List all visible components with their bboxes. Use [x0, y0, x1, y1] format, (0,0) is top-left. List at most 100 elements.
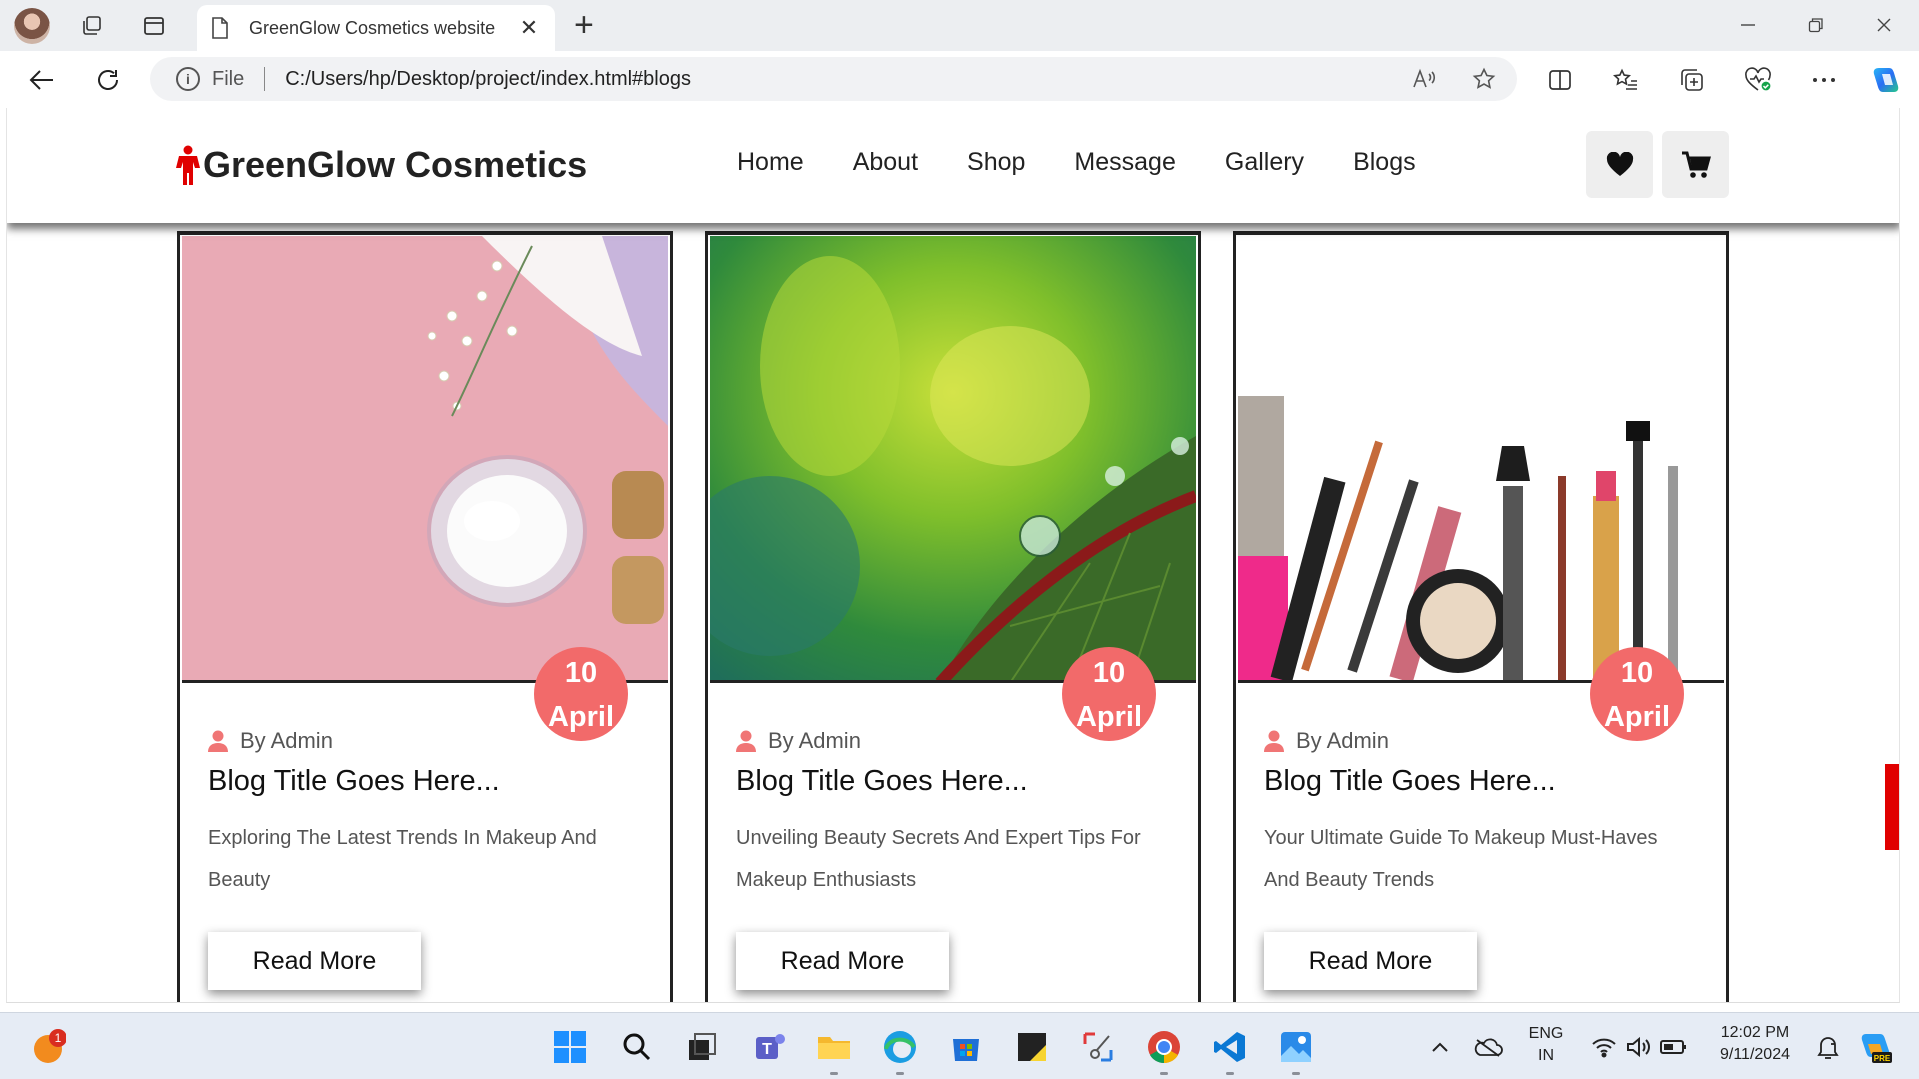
chrome-icon[interactable]: [1144, 1027, 1184, 1075]
person-logo-icon: [176, 145, 200, 185]
notifications-bell-icon[interactable]: [1808, 1027, 1848, 1067]
blog-description: Exploring The Latest Trends In Makeup An…: [208, 827, 597, 891]
date-badge: 10 April: [1062, 647, 1156, 741]
vertical-tabs-icon[interactable]: [138, 10, 170, 42]
byline: By Admin: [208, 728, 333, 754]
blog-card: 10 April By Admin Blog Title Goes Here..…: [1233, 231, 1729, 1002]
running-indicator: [1160, 1072, 1168, 1075]
wishlist-button[interactable]: [1586, 131, 1653, 198]
nav-gallery[interactable]: Gallery: [1225, 148, 1304, 177]
region-code: IN: [1538, 1047, 1554, 1064]
date-month: April: [1603, 701, 1671, 733]
close-window-icon[interactable]: [1856, 8, 1912, 42]
profile-avatar[interactable]: [14, 8, 50, 44]
date-badge: 10 April: [1590, 647, 1684, 741]
tab-active[interactable]: GreenGlow Cosmetics website ✕: [197, 5, 555, 51]
battery-icon[interactable]: [1654, 1027, 1694, 1067]
sticky-notes-icon[interactable]: [1012, 1027, 1052, 1067]
svg-text:PRE: PRE: [1874, 1054, 1891, 1063]
new-tab-button[interactable]: +: [574, 8, 594, 42]
refresh-icon[interactable]: [88, 61, 128, 99]
blog-title: Blog Title Goes Here...: [1264, 765, 1556, 797]
author-name: By Admin: [240, 728, 333, 753]
close-tab-icon[interactable]: ✕: [517, 15, 541, 41]
clock-time: 12:02 PM: [1720, 1024, 1790, 1041]
collections-icon[interactable]: [1672, 61, 1712, 99]
read-aloud-icon[interactable]: [1402, 57, 1446, 101]
user-icon: [208, 730, 228, 752]
date-day: 10: [564, 657, 598, 689]
weather-widget-icon[interactable]: 1: [28, 1027, 68, 1067]
heart-icon: [1606, 151, 1633, 176]
main-nav: Home About Shop Message Gallery Blogs: [737, 148, 1465, 177]
site-header: GreenGlow Cosmetics Home About Shop Mess…: [7, 108, 1899, 223]
favorite-star-icon[interactable]: [1462, 57, 1506, 101]
restore-icon[interactable]: [1788, 8, 1844, 42]
byline: By Admin: [736, 728, 861, 754]
favorites-list-icon[interactable]: [1606, 61, 1646, 99]
blog-title: Blog Title Goes Here...: [208, 765, 500, 797]
edge-icon[interactable]: [880, 1027, 920, 1075]
nav-home[interactable]: Home: [737, 148, 804, 177]
workspaces-icon[interactable]: [76, 10, 108, 42]
nav-blogs[interactable]: Blogs: [1353, 148, 1416, 177]
cart-button[interactable]: [1662, 131, 1729, 198]
site-info-icon[interactable]: i: [176, 67, 200, 91]
copilot-preview-icon[interactable]: PRE: [1856, 1027, 1896, 1067]
address-separator: [264, 67, 266, 91]
browser-essentials-icon[interactable]: [1738, 61, 1778, 99]
date-month: April: [547, 701, 615, 733]
nav-about[interactable]: About: [853, 148, 918, 177]
page-viewport: 10 April By Admin Blog Title Goes Here..…: [6, 108, 1900, 1003]
teams-icon[interactable]: T: [748, 1027, 788, 1067]
task-view-icon[interactable]: [682, 1027, 722, 1067]
blog-description: Unveiling Beauty Secrets And Expert Tips…: [736, 827, 1141, 891]
more-options-icon[interactable]: [1804, 61, 1844, 99]
store-icon[interactable]: [946, 1027, 986, 1067]
scroll-indicator[interactable]: [1885, 764, 1899, 850]
copilot-icon[interactable]: [1866, 61, 1906, 99]
vscode-icon[interactable]: [1210, 1027, 1250, 1075]
read-more-button[interactable]: Read More: [208, 932, 421, 990]
snipping-tool-icon[interactable]: [1078, 1027, 1118, 1067]
cart-icon: [1681, 151, 1711, 178]
byline: By Admin: [1264, 728, 1389, 754]
back-arrow-icon[interactable]: [22, 61, 62, 99]
onedrive-icon[interactable]: [1468, 1027, 1508, 1067]
date-month: April: [1075, 701, 1143, 733]
tab-strip: GreenGlow Cosmetics website ✕ +: [0, 0, 1919, 51]
start-icon[interactable]: [550, 1027, 590, 1067]
brand-name: GreenGlow Cosmetics: [203, 144, 588, 185]
nav-shop[interactable]: Shop: [967, 148, 1025, 177]
address-bar[interactable]: i File C:/Users/hp/Desktop/project/index…: [150, 57, 1517, 101]
blog-card: 10 April By Admin Blog Title Goes Here..…: [705, 231, 1201, 1002]
tab-title: GreenGlow Cosmetics website: [249, 17, 496, 38]
site-logo[interactable]: GreenGlow Cosmetics: [175, 144, 587, 186]
tray-overflow-icon[interactable]: [1420, 1027, 1460, 1067]
running-indicator: [830, 1072, 838, 1075]
taskbar: 1 T ENG IN 12:02 PM 9/11/2024 PRE: [0, 1012, 1919, 1079]
read-more-button[interactable]: Read More: [736, 932, 949, 990]
search-icon[interactable]: [617, 1027, 657, 1067]
browser-window: GreenGlow Cosmetics website ✕ + i File C…: [0, 0, 1919, 1079]
blog-card: 10 April By Admin Blog Title Goes Here..…: [177, 231, 673, 1002]
running-indicator: [896, 1072, 904, 1075]
split-screen-icon[interactable]: [1540, 61, 1580, 99]
address-scheme: File: [212, 67, 245, 90]
minimize-icon[interactable]: [1720, 8, 1776, 42]
language-indicator[interactable]: ENG IN: [1524, 1023, 1568, 1067]
author-name: By Admin: [768, 728, 861, 753]
volume-icon[interactable]: [1618, 1027, 1658, 1067]
nav-message[interactable]: Message: [1074, 148, 1175, 177]
notification-badge: 1: [55, 1031, 62, 1045]
clock-date: 9/11/2024: [1720, 1046, 1790, 1063]
clock[interactable]: 12:02 PM 9/11/2024: [1708, 1022, 1802, 1066]
photos-icon[interactable]: [1276, 1027, 1316, 1075]
read-more-button[interactable]: Read More: [1264, 932, 1477, 990]
blog-image-cream-jar: [182, 236, 668, 683]
user-icon: [1264, 730, 1284, 752]
address-toolbar: i File C:/Users/hp/Desktop/project/index…: [0, 51, 1919, 108]
blog-title: Blog Title Goes Here...: [736, 765, 1028, 797]
file-explorer-icon[interactable]: [814, 1027, 854, 1075]
address-url[interactable]: C:/Users/hp/Desktop/project/index.html#b…: [285, 68, 691, 91]
